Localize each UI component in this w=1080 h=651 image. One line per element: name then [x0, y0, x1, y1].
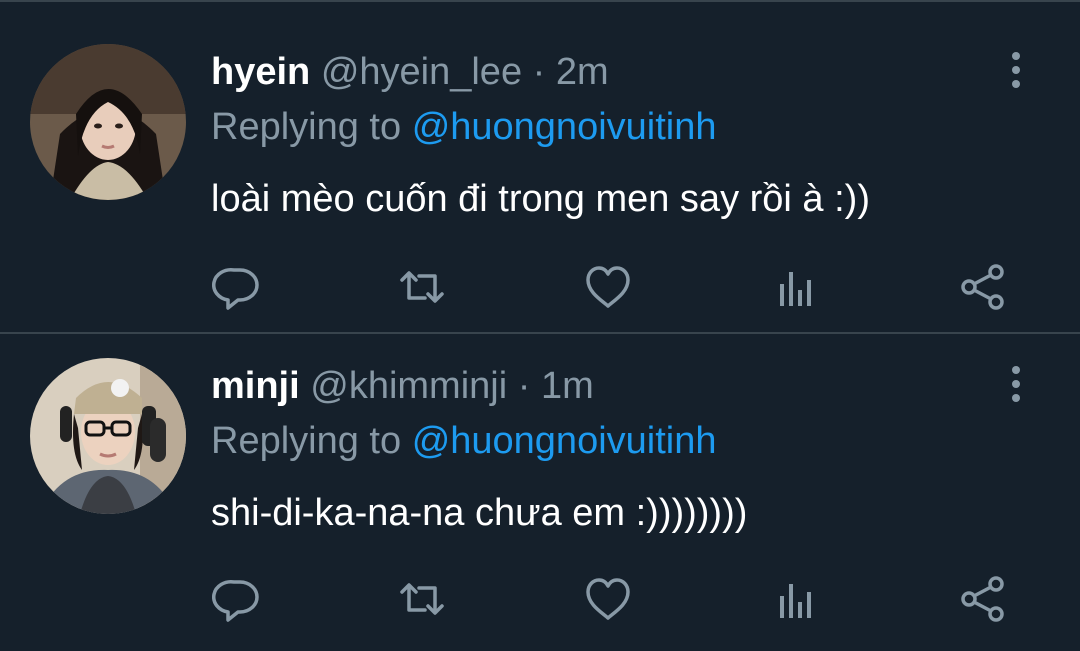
retweet-button[interactable] — [397, 574, 447, 624]
reply-button[interactable] — [212, 262, 262, 312]
tweet-text: loài mèo cuốn đi trong men say rồi à :)) — [211, 178, 870, 220]
user-handle[interactable]: @khimminji — [310, 365, 507, 407]
tweet-reply[interactable]: hyein @hyein_lee · 2m Replying to @huong… — [0, 2, 1080, 332]
retweet-icon — [400, 583, 444, 615]
user-handle[interactable]: @hyein_lee — [321, 51, 522, 93]
share-button[interactable] — [958, 574, 1008, 624]
avatar-image — [30, 358, 186, 514]
tweet-header: minji @khimminji · 1m — [211, 364, 594, 408]
tweet-reply[interactable]: minji @khimminji · 1m Replying to @huong… — [0, 334, 1080, 651]
avatar-image — [30, 44, 186, 200]
retweet-button[interactable] — [397, 262, 447, 312]
views-icon — [780, 584, 811, 618]
separator-dot: · — [532, 51, 546, 93]
separator-dot: · — [517, 365, 531, 407]
replying-to-mention[interactable]: @huongnoivuitinh — [412, 420, 717, 462]
share-icon — [961, 264, 1004, 310]
reply-feed: hyein @hyein_lee · 2m Replying to @huong… — [0, 0, 1080, 651]
tweet-actions — [0, 262, 1080, 312]
replying-to-line: Replying to @huongnoivuitinh — [211, 105, 717, 149]
views-button[interactable] — [771, 262, 821, 312]
replying-to-label: Replying to — [211, 420, 402, 462]
replying-to-label: Replying to — [211, 106, 402, 148]
views-button[interactable] — [771, 574, 821, 624]
like-icon — [586, 578, 630, 620]
avatar[interactable] — [30, 44, 186, 200]
reply-icon — [212, 580, 259, 622]
display-name[interactable]: hyein — [211, 51, 310, 93]
avatar[interactable] — [30, 358, 186, 514]
reply-icon — [212, 268, 259, 310]
retweet-icon — [400, 271, 444, 303]
more-options-icon[interactable] — [1004, 52, 1028, 96]
display-name[interactable]: minji — [211, 365, 300, 407]
reply-button[interactable] — [212, 574, 262, 624]
share-button[interactable] — [958, 262, 1008, 312]
like-icon — [586, 266, 630, 308]
share-icon — [961, 576, 1004, 622]
timestamp[interactable]: 2m — [556, 51, 609, 93]
tweet-actions — [0, 574, 1080, 624]
more-options-icon[interactable] — [1004, 366, 1028, 410]
timestamp[interactable]: 1m — [541, 365, 594, 407]
like-button[interactable] — [583, 262, 633, 312]
tweet-header: hyein @hyein_lee · 2m — [211, 50, 609, 94]
replying-to-line: Replying to @huongnoivuitinh — [211, 419, 717, 463]
replying-to-mention[interactable]: @huongnoivuitinh — [412, 106, 717, 148]
views-icon — [780, 272, 811, 306]
tweet-text: shi-di-ka-na-na chưa em :)))))))) — [211, 492, 748, 534]
like-button[interactable] — [583, 574, 633, 624]
